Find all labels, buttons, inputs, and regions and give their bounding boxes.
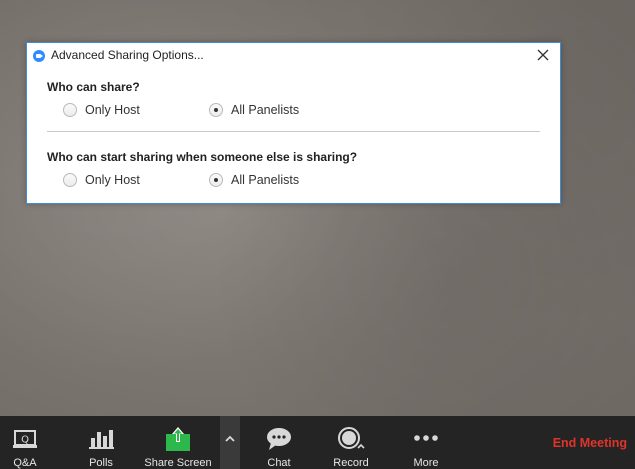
start-sharing-only-host-label: Only Host bbox=[85, 173, 140, 187]
section-divider bbox=[47, 131, 540, 132]
record-label: Record bbox=[333, 457, 369, 469]
share-only-host-option[interactable]: Only Host bbox=[63, 103, 140, 117]
share-all-panelists-label: All Panelists bbox=[231, 103, 300, 117]
share-only-host-label: Only Host bbox=[85, 103, 140, 117]
polls-button[interactable]: Polls bbox=[80, 416, 122, 469]
end-meeting-button[interactable]: End Meeting bbox=[553, 436, 627, 450]
close-icon[interactable] bbox=[534, 46, 552, 64]
advanced-sharing-dialog: Advanced Sharing Options... Who can shar… bbox=[26, 42, 561, 204]
start-sharing-all-panelists-radio[interactable] bbox=[209, 173, 223, 187]
polls-icon bbox=[88, 424, 114, 453]
qa-icon: Q bbox=[12, 424, 38, 453]
record-icon bbox=[336, 424, 366, 453]
share-all-panelists-radio[interactable] bbox=[209, 103, 223, 117]
start-sharing-only-host-option[interactable]: Only Host bbox=[63, 173, 140, 187]
share-only-host-radio[interactable] bbox=[63, 103, 77, 117]
dialog-title: Advanced Sharing Options... bbox=[51, 48, 204, 62]
who-can-share-heading: Who can share? bbox=[47, 80, 140, 94]
start-sharing-only-host-radio[interactable] bbox=[63, 173, 77, 187]
qa-button[interactable]: Q Q&A bbox=[4, 416, 46, 469]
more-icon bbox=[412, 424, 440, 453]
share-options-caret[interactable] bbox=[220, 416, 240, 469]
dialog-titlebar[interactable]: Advanced Sharing Options... bbox=[27, 43, 560, 69]
more-label: More bbox=[413, 457, 439, 469]
share-screen-icon bbox=[164, 424, 192, 453]
who-can-start-sharing-heading: Who can start sharing when someone else … bbox=[47, 150, 358, 164]
meeting-toolbar: Q Q&A Polls Share Screen Chat Record Mor… bbox=[0, 416, 635, 469]
share-screen-label: Share Screen bbox=[144, 457, 212, 469]
zoom-app-icon bbox=[33, 50, 45, 62]
share-screen-button[interactable]: Share Screen bbox=[140, 416, 216, 469]
chat-icon bbox=[265, 424, 293, 453]
chat-button[interactable]: Chat bbox=[258, 416, 300, 469]
record-button[interactable]: Record bbox=[328, 416, 374, 469]
polls-label: Polls bbox=[89, 457, 113, 469]
start-sharing-all-panelists-option[interactable]: All Panelists bbox=[209, 173, 299, 187]
qa-label: Q&A bbox=[13, 457, 37, 469]
svg-text:Q: Q bbox=[21, 434, 29, 445]
more-button[interactable]: More bbox=[404, 416, 448, 469]
start-sharing-all-panelists-label: All Panelists bbox=[231, 173, 300, 187]
share-all-panelists-option[interactable]: All Panelists bbox=[209, 103, 299, 117]
chevron-up-icon bbox=[225, 435, 235, 442]
chat-label: Chat bbox=[267, 457, 291, 469]
